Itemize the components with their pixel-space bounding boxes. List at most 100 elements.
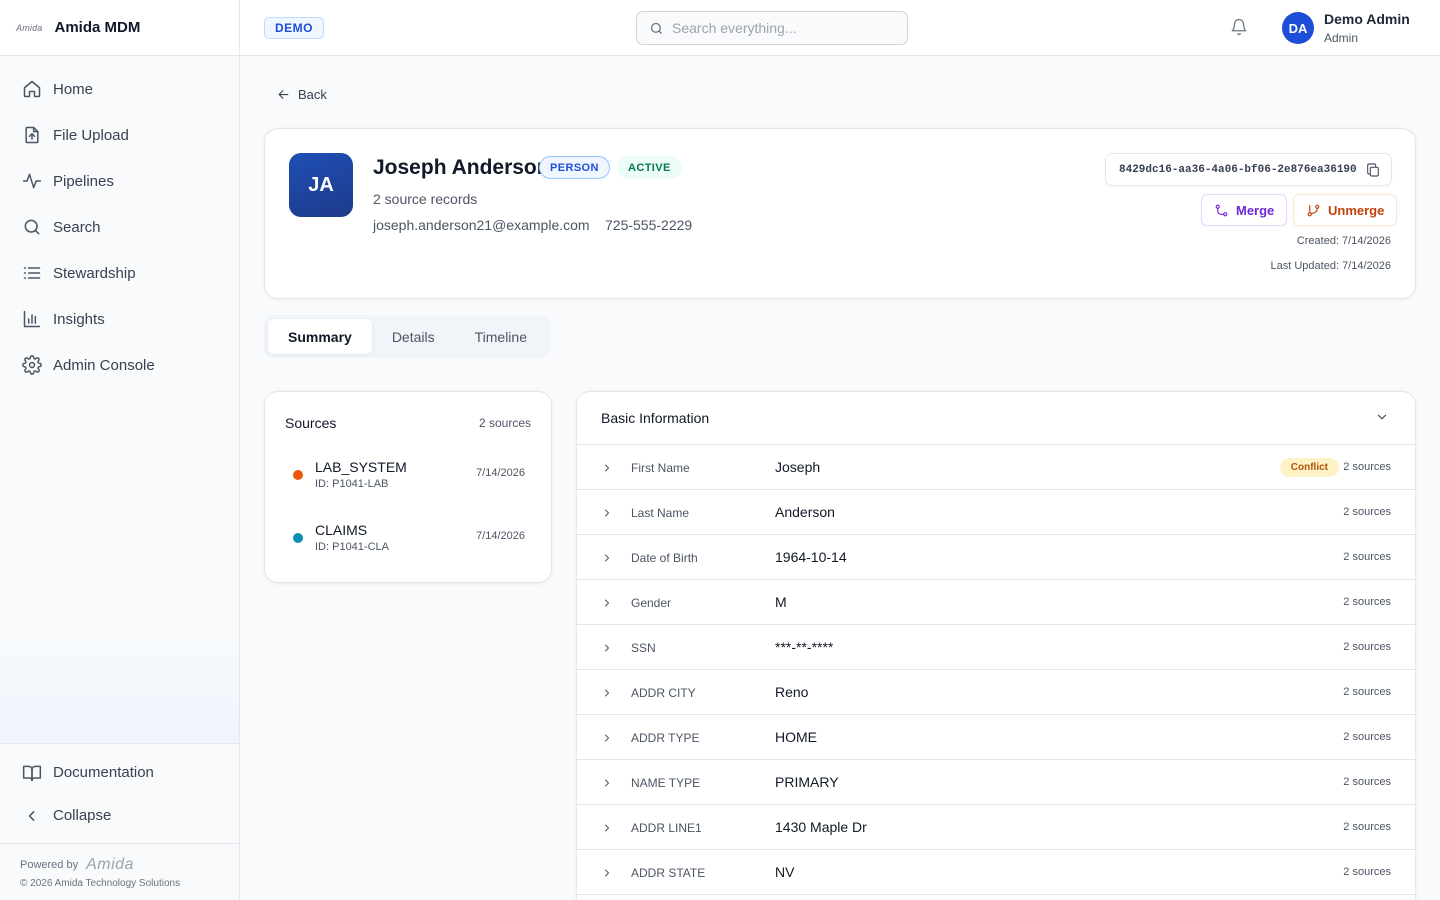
field-sources-count: 2 sources xyxy=(1343,686,1391,698)
source-item-lab-system[interactable]: LAB_SYSTEM ID: P1041-LAB 7/14/2026 xyxy=(285,457,533,501)
field-value: 1964-10-14 xyxy=(775,549,847,565)
avatar[interactable]: DA xyxy=(1282,12,1314,44)
tab-timeline[interactable]: Timeline xyxy=(455,319,547,354)
field-row[interactable]: NAME TYPE PRIMARY 2 sources xyxy=(577,760,1415,805)
field-value: 1430 Maple Dr xyxy=(775,819,867,835)
entity-avatar: JA xyxy=(289,153,353,217)
chevron-right-icon[interactable] xyxy=(601,866,613,878)
field-value: Anderson xyxy=(775,504,835,520)
source-date: 7/14/2026 xyxy=(476,530,525,542)
chevron-right-icon[interactable] xyxy=(601,596,613,608)
entity-header-card: JA Joseph Anderson PERSON ACTIVE 2 sourc… xyxy=(264,128,1416,299)
chevron-right-icon[interactable] xyxy=(601,776,613,788)
created-date: Created: 7/14/2026 xyxy=(1296,235,1391,247)
source-color-dot xyxy=(293,533,303,543)
environment-badge: DEMO xyxy=(264,17,324,39)
chevron-right-icon[interactable] xyxy=(601,731,613,743)
collapse-label: Collapse xyxy=(53,807,112,824)
entity-name: Joseph Anderson xyxy=(373,156,550,179)
field-row[interactable]: ADDR TYPE HOME 2 sources xyxy=(577,715,1415,760)
field-label: Gender xyxy=(631,596,672,610)
collapse-button[interactable]: Collapse xyxy=(0,794,239,837)
unmerge-button[interactable]: Unmerge xyxy=(1293,194,1398,226)
field-value: PRIMARY xyxy=(775,774,839,790)
app-name: Amida MDM xyxy=(54,19,141,36)
field-value: HOME xyxy=(775,729,817,745)
source-name: CLAIMS xyxy=(315,522,368,538)
copy-icon[interactable] xyxy=(1365,162,1381,178)
powered-by-label: Powered by xyxy=(20,859,79,871)
brand[interactable]: Amida Amida MDM xyxy=(0,0,239,56)
field-value: Joseph xyxy=(775,459,821,475)
sidebar-item-stewardship[interactable]: Stewardship xyxy=(0,250,239,296)
user-role: Admin xyxy=(1324,31,1359,45)
chevron-right-icon[interactable] xyxy=(601,821,613,833)
sidebar-item-file-upload[interactable]: File Upload xyxy=(0,112,239,158)
source-name: LAB_SYSTEM xyxy=(315,459,407,475)
field-list: First Name Joseph Conflict 2 sources Last Na… xyxy=(577,445,1415,895)
entity-phone: 725-555-2229 xyxy=(605,217,693,233)
user-name[interactable]: Demo Admin xyxy=(1324,11,1410,27)
chevron-right-icon[interactable] xyxy=(601,551,613,563)
tab-details[interactable]: Details xyxy=(372,319,455,354)
section-title: Basic Information xyxy=(601,410,710,426)
field-row[interactable]: First Name Joseph Conflict 2 sources xyxy=(577,445,1415,490)
chevron-right-icon[interactable] xyxy=(601,461,613,473)
documentation-label: Documentation xyxy=(53,764,154,781)
chevron-right-icon[interactable] xyxy=(601,641,613,653)
field-label: Date of Birth xyxy=(631,551,698,565)
sources-title: Sources xyxy=(285,415,337,431)
field-row[interactable]: ADDR STATE NV 2 sources xyxy=(577,850,1415,895)
field-value: M xyxy=(775,594,787,610)
chevron-right-icon[interactable] xyxy=(601,686,613,698)
field-label: NAME TYPE xyxy=(631,776,701,790)
source-id: ID: P1041-LAB xyxy=(315,478,389,490)
file-upload-icon xyxy=(22,125,42,145)
field-label: Last Name xyxy=(631,506,690,520)
field-row[interactable]: ADDR LINE1 1430 Maple Dr 2 sources xyxy=(577,805,1415,850)
sidebar-item-pipelines[interactable]: Pipelines xyxy=(0,158,239,204)
chevron-right-icon[interactable] xyxy=(601,506,613,518)
chevron-down-icon xyxy=(1375,410,1391,426)
field-sources-count: 2 sources xyxy=(1343,866,1391,878)
sidebar-item-search[interactable]: Search xyxy=(0,204,239,250)
global-search[interactable] xyxy=(636,11,908,45)
sidebar-item-admin-console[interactable]: Admin Console xyxy=(0,342,239,388)
entity-type-badge: PERSON xyxy=(539,156,610,179)
basic-information-card: Basic Information First Name Joseph Confli… xyxy=(576,391,1416,900)
field-value: Reno xyxy=(775,684,809,700)
sidebar-item-label: Search xyxy=(53,218,101,236)
field-row[interactable]: SSN ***-**-**** 2 sources xyxy=(577,625,1415,670)
merge-button[interactable]: Merge xyxy=(1201,194,1288,226)
source-color-dot xyxy=(293,470,303,480)
source-item-claims[interactable]: CLAIMS ID: P1041-CLA 7/14/2026 xyxy=(285,520,533,564)
conflict-badge[interactable]: Conflict xyxy=(1279,458,1339,477)
source-records-count: 2 source records xyxy=(373,191,478,207)
activity-icon xyxy=(22,171,42,191)
field-row[interactable]: ADDR CITY Reno 2 sources xyxy=(577,670,1415,715)
field-sources-count: 2 sources xyxy=(1343,776,1391,788)
field-row[interactable]: Date of Birth 1964-10-14 2 sources xyxy=(577,535,1415,580)
sidebar-item-home[interactable]: Home xyxy=(0,66,239,112)
sidebar-item-label: Home xyxy=(53,80,94,98)
field-label: ADDR TYPE xyxy=(631,731,700,745)
entity-email: joseph.anderson21@example.com xyxy=(373,217,590,233)
basic-information-header[interactable]: Basic Information xyxy=(577,392,1415,445)
sources-card: Sources 2 sources LAB_SYSTEM ID: P1041-L… xyxy=(264,391,552,583)
sidebar-nav: Home File Upload Pipelines Search Stewar… xyxy=(0,66,239,388)
git-branch-icon xyxy=(1307,204,1320,216)
documentation-link[interactable]: Documentation xyxy=(0,751,239,794)
field-row[interactable]: Last Name Anderson 2 sources xyxy=(577,490,1415,535)
updated-date: Last Updated: 7/14/2026 xyxy=(1270,260,1391,272)
search-input[interactable] xyxy=(672,20,892,36)
sidebar-item-insights[interactable]: Insights xyxy=(0,296,239,342)
back-button[interactable]: Back xyxy=(276,87,327,102)
copyright: © 2026 Amida Technology Solutions xyxy=(20,878,181,889)
field-value: ***-**-**** xyxy=(775,639,834,655)
field-label: First Name xyxy=(631,461,690,475)
unmerge-label: Unmerge xyxy=(1328,202,1385,218)
notifications-button[interactable] xyxy=(1230,18,1250,38)
field-row[interactable]: Gender M 2 sources xyxy=(577,580,1415,625)
tab-summary[interactable]: Summary xyxy=(268,319,372,354)
powered-by: Powered by Amida xyxy=(20,856,219,874)
